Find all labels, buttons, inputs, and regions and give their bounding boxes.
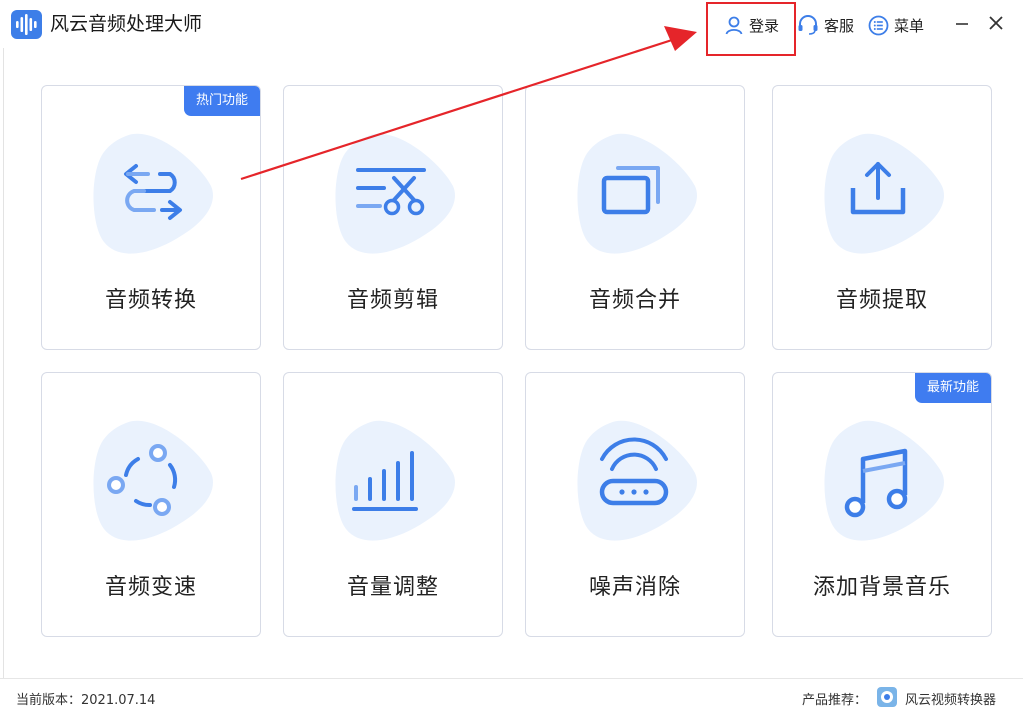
- service-label: 客服: [824, 16, 855, 35]
- feature-label: 音量调整: [346, 575, 439, 600]
- feature-card-audio-cut[interactable]: 音频剪辑: [283, 85, 503, 350]
- upload-tray-icon: [850, 162, 906, 215]
- customer-service-button[interactable]: 客服: [797, 10, 854, 40]
- hot-feature-badge: 热门功能: [184, 86, 260, 116]
- new-feature-badge: 最新功能: [915, 373, 991, 403]
- feature-card-audio-speed[interactable]: 音频变速: [41, 372, 261, 637]
- router-wifi-icon: [599, 437, 669, 506]
- video-converter-icon[interactable]: [877, 687, 897, 707]
- headset-icon: [798, 15, 818, 35]
- minimize-button[interactable]: [951, 12, 973, 34]
- menu-button[interactable]: 菜单: [868, 10, 924, 40]
- audio-wave-icon: [11, 10, 42, 39]
- feature-card-audio-convert[interactable]: 音频转换 热门功能: [41, 85, 261, 350]
- app-title: 风云音频处理大师: [50, 13, 203, 35]
- feature-label: 音频提取: [835, 288, 928, 313]
- feature-label: 添加背景音乐: [812, 575, 951, 600]
- login-highlight-box: [706, 2, 796, 56]
- feature-label: 音频剪辑: [346, 288, 439, 313]
- feature-label: 音频变速: [104, 575, 197, 600]
- recommended-product-link[interactable]: 风云视频转换器: [905, 689, 996, 708]
- close-button[interactable]: [985, 12, 1007, 34]
- title-bar: 风云音频处理大师 登录 客服 菜单: [0, 0, 1023, 48]
- list-icon: [868, 15, 889, 35]
- status-footer: 当前版本：2021.07.14 产品推荐： 风云视频转换器: [0, 678, 1023, 714]
- window-left-edge: [0, 48, 4, 678]
- merge-windows-icon: [601, 166, 660, 215]
- menu-label: 菜单: [894, 16, 925, 35]
- feature-card-audio-merge[interactable]: 音频合并: [525, 85, 745, 350]
- speed-circle-icon: [107, 444, 178, 516]
- feature-label: 噪声消除: [588, 575, 681, 600]
- scissors-icon: [356, 168, 426, 216]
- minimize-icon: [956, 23, 968, 25]
- feature-card-volume-adjust[interactable]: 音量调整: [283, 372, 503, 637]
- feature-label: 音频合并: [588, 288, 681, 313]
- version-text: 当前版本：2021.07.14: [16, 693, 156, 708]
- close-icon: [989, 16, 1003, 30]
- feature-label: 音频转换: [104, 288, 197, 313]
- convert-arrows-icon: [124, 164, 182, 220]
- feature-card-noise-removal[interactable]: 噪声消除: [525, 372, 745, 637]
- feature-card-add-background-music[interactable]: 添加背景音乐 最新功能: [772, 372, 992, 637]
- recommend-label: 产品推荐：: [802, 693, 868, 708]
- feature-card-audio-extract[interactable]: 音频提取: [772, 85, 992, 350]
- music-note-icon: [844, 448, 908, 518]
- volume-bars-icon: [352, 451, 418, 511]
